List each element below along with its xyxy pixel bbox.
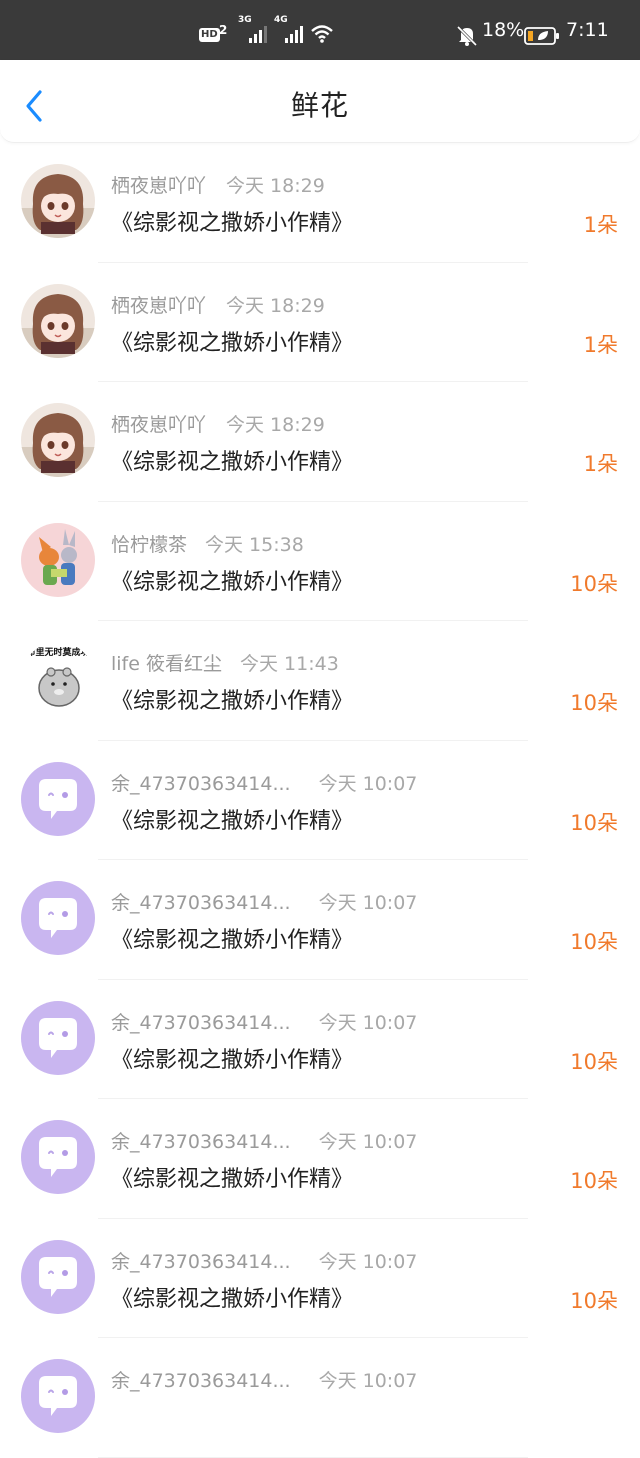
row-meta: 余_47370363414... 今天 10:07 bbox=[111, 888, 417, 915]
nav-bar: 鲜花 bbox=[0, 60, 640, 143]
battery-icon bbox=[524, 27, 559, 45]
flower-list: 栖夜崽吖吖 今天 18:29 《综影视之撒娇小作精》 1朵 栖夜崽吖吖 今天 1… bbox=[0, 143, 640, 1458]
username: 栖夜崽吖吖 bbox=[111, 414, 207, 436]
avatar-hamster[interactable]: 命里无时莫成功 bbox=[21, 642, 95, 716]
row-meta: 恰柠檬茶 今天 15:38 bbox=[111, 530, 304, 557]
svg-text:命里无时莫成功: 命里无时莫成功 bbox=[25, 646, 89, 658]
list-item[interactable]: 余_47370363414... 今天 10:07 《综影视之撒娇小作精》 10… bbox=[0, 980, 640, 1099]
list-item[interactable]: 恰柠檬茶 今天 15:38 《综影视之撒娇小作精》 10朵 bbox=[0, 502, 640, 621]
signal-icon-2 bbox=[285, 26, 303, 43]
timestamp: 今天 18:29 bbox=[226, 294, 325, 317]
timestamp: 今天 10:07 bbox=[318, 1250, 418, 1273]
flower-count: 10朵 bbox=[570, 810, 618, 835]
avatar-default-chat[interactable] bbox=[21, 1000, 95, 1075]
username: life 筱看红尘 bbox=[111, 653, 222, 675]
book-title: 《综影视之撒娇小作精》 bbox=[111, 1047, 354, 1073]
status-bar: HD 2 3G 4G 18% 7:11 bbox=[0, 0, 640, 60]
flower-count: 10朵 bbox=[570, 1169, 618, 1193]
list-item[interactable]: 栖夜崽吖吖 今天 18:29 《综影视之撒娇小作精》 1朵 bbox=[0, 263, 640, 382]
username: 余_47370363414... bbox=[111, 1011, 291, 1034]
avatar-default-chat[interactable] bbox=[21, 1120, 95, 1194]
avatar-fox-bunny[interactable] bbox=[21, 522, 95, 597]
sim-slot-icon: 2 bbox=[219, 23, 228, 37]
book-title: 《综影视之撒娇小作精》 bbox=[111, 1286, 354, 1312]
timestamp: 今天 18:29 bbox=[226, 175, 325, 197]
book-title: 《综影视之撒娇小作精》 bbox=[111, 211, 354, 236]
row-meta: life 筱看红尘 今天 11:43 bbox=[111, 649, 339, 676]
signal-icon bbox=[249, 26, 267, 43]
flower-count: 1朵 bbox=[583, 332, 618, 357]
timestamp: 今天 10:07 bbox=[318, 1131, 418, 1153]
book-title: 《综影视之撒娇小作精》 bbox=[111, 808, 354, 834]
row-meta: 余_47370363414... 今天 10:07 bbox=[111, 1366, 417, 1393]
username: 余_47370363414... bbox=[111, 1250, 291, 1273]
row-meta: 栖夜崽吖吖 今天 18:29 bbox=[111, 410, 325, 437]
username: 余_47370363414... bbox=[111, 892, 291, 914]
book-title: 《综影视之撒娇小作精》 bbox=[111, 450, 354, 475]
timestamp: 今天 10:07 bbox=[318, 772, 418, 795]
clock: 7:11 bbox=[566, 19, 609, 41]
list-item[interactable]: 余_47370363414... 今天 10:07 bbox=[0, 1338, 640, 1458]
row-meta: 余_47370363414... 今天 10:07 bbox=[111, 1127, 417, 1154]
book-title: 《综影视之撒娇小作精》 bbox=[111, 330, 354, 356]
list-item[interactable]: 余_47370363414... 今天 10:07 《综影视之撒娇小作精》 10… bbox=[0, 741, 640, 860]
list-item[interactable]: 栖夜崽吖吖 今天 18:29 《综影视之撒娇小作精》 1朵 bbox=[0, 382, 640, 502]
flower-count: 10朵 bbox=[570, 1288, 618, 1313]
row-meta: 栖夜崽吖吖 今天 18:29 bbox=[111, 291, 325, 318]
bell-off-icon bbox=[456, 25, 478, 47]
flower-count: 1朵 bbox=[583, 213, 618, 237]
flower-count: 10朵 bbox=[570, 571, 618, 596]
username: 栖夜崽吖吖 bbox=[111, 175, 207, 197]
avatar-anime-girl[interactable] bbox=[21, 164, 95, 238]
timestamp: 今天 10:07 bbox=[318, 1011, 418, 1034]
page-title: 鲜花 bbox=[290, 89, 349, 122]
divider bbox=[98, 1456, 528, 1458]
avatar-default-chat[interactable] bbox=[21, 1359, 95, 1433]
timestamp: 今天 10:07 bbox=[318, 892, 418, 914]
username: 栖夜崽吖吖 bbox=[111, 294, 207, 317]
username: 余_47370363414... bbox=[111, 1131, 291, 1153]
avatar-default-chat[interactable] bbox=[21, 881, 95, 955]
list-item[interactable]: 命里无时莫成功 life 筱看红尘 今天 11:43 《综影视之撒娇小作精》 1… bbox=[0, 621, 640, 741]
book-title: 《综影视之撒娇小作精》 bbox=[111, 928, 354, 953]
row-meta: 余_47370363414... 今天 10:07 bbox=[111, 769, 417, 796]
avatar-anime-girl[interactable] bbox=[21, 403, 95, 477]
list-item[interactable]: 余_47370363414... 今天 10:07 《综影视之撒娇小作精》 10… bbox=[0, 1099, 640, 1219]
timestamp: 今天 11:43 bbox=[239, 653, 339, 675]
flower-count: 10朵 bbox=[570, 691, 618, 715]
username: 余_47370363414... bbox=[111, 772, 291, 795]
avatar-default-chat[interactable] bbox=[21, 761, 95, 836]
avatar-default-chat[interactable] bbox=[21, 1239, 95, 1314]
battery-percent: 18% bbox=[482, 19, 525, 41]
username: 余_47370363414... bbox=[111, 1370, 291, 1392]
list-item[interactable]: 余_47370363414... 今天 10:07 《综影视之撒娇小作精》 10… bbox=[0, 860, 640, 980]
avatar-anime-girl[interactable] bbox=[21, 283, 95, 358]
flower-count: 1朵 bbox=[583, 452, 618, 476]
username: 恰柠檬茶 bbox=[111, 533, 188, 556]
flower-count: 10朵 bbox=[570, 1049, 618, 1074]
hd-badge: HD bbox=[199, 28, 220, 42]
flower-count: 10朵 bbox=[570, 930, 618, 954]
book-title: 《综影视之撒娇小作精》 bbox=[111, 569, 354, 595]
timestamp: 今天 18:29 bbox=[226, 414, 325, 436]
row-meta: 余_47370363414... 今天 10:07 bbox=[111, 1008, 417, 1035]
row-meta: 栖夜崽吖吖 今天 18:29 bbox=[111, 171, 325, 198]
list-item[interactable]: 余_47370363414... 今天 10:07 《综影视之撒娇小作精》 10… bbox=[0, 1219, 640, 1338]
wifi-icon bbox=[311, 25, 333, 43]
list-item[interactable]: 栖夜崽吖吖 今天 18:29 《综影视之撒娇小作精》 1朵 bbox=[0, 143, 640, 263]
book-title: 《综影视之撒娇小作精》 bbox=[111, 1167, 354, 1192]
row-meta: 余_47370363414... 今天 10:07 bbox=[111, 1247, 417, 1274]
book-title: 《综影视之撒娇小作精》 bbox=[111, 689, 354, 714]
timestamp: 今天 10:07 bbox=[318, 1370, 418, 1392]
timestamp: 今天 15:38 bbox=[205, 533, 304, 556]
